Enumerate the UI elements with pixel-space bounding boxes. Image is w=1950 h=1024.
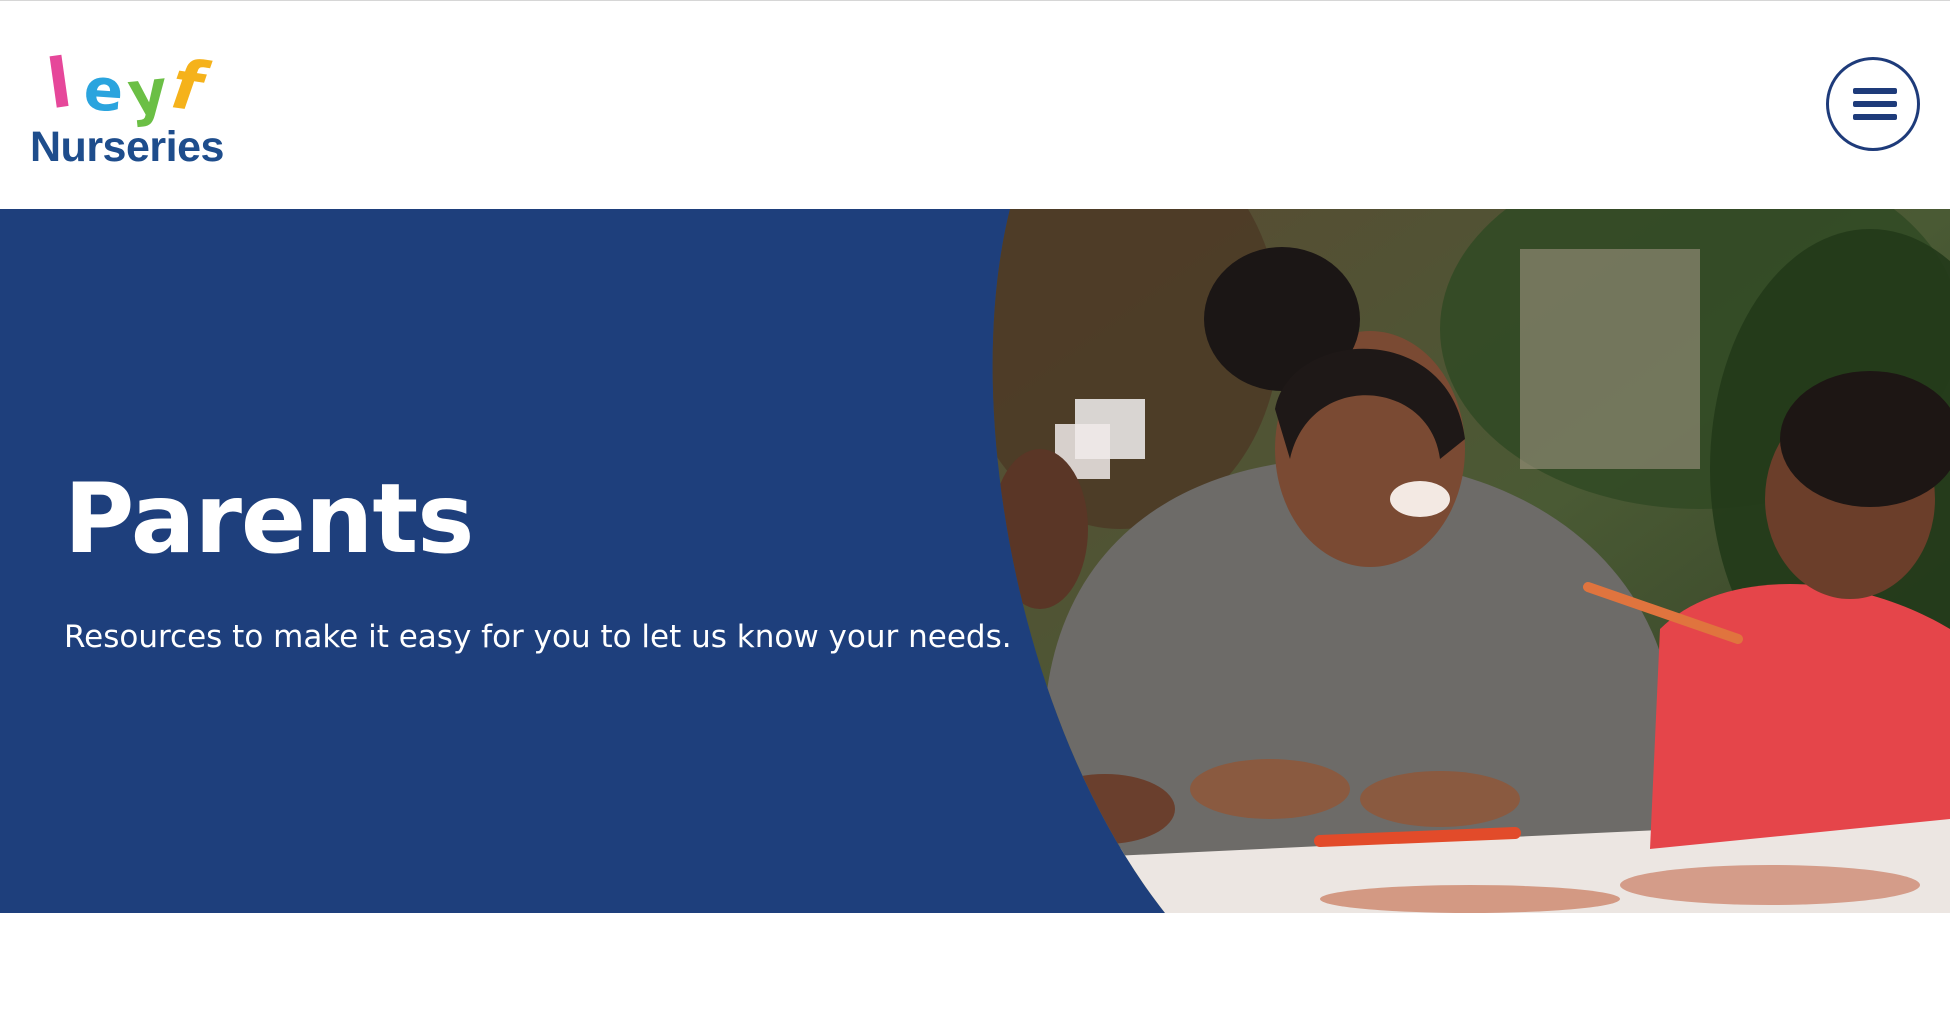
site-header: l e y f Nurseries bbox=[0, 1, 1950, 209]
logo-letter-y: y bbox=[124, 56, 171, 130]
leyf-wordmark: l e y f bbox=[43, 44, 238, 130]
menu-button[interactable] bbox=[1826, 57, 1920, 151]
logo-letter-e: e bbox=[81, 54, 126, 126]
logo-letter-f: f bbox=[166, 45, 208, 128]
hero-banner: Parents Resources to make it easy for yo… bbox=[0, 209, 1950, 913]
logo-subtitle: Nurseries bbox=[30, 123, 224, 171]
page-subtitle: Resources to make it easy for you to let… bbox=[64, 619, 1012, 655]
leyf-nurseries-logo[interactable]: l e y f Nurseries bbox=[30, 44, 240, 171]
page-title: Parents bbox=[64, 463, 474, 575]
logo-letter-l: l bbox=[42, 43, 77, 126]
